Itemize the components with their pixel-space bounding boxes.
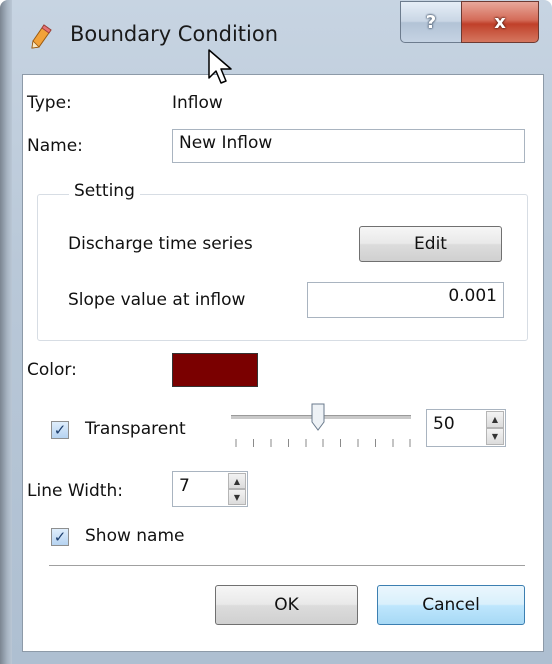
type-value: Inflow [172,93,223,113]
window-border [0,0,12,664]
transparency-spinbox[interactable]: 50 ▲ ▼ [426,409,506,447]
dialog-window: Boundary Condition ? x Type: Inflow Name… [0,0,552,664]
pencil-icon [31,24,52,49]
ok-button[interactable]: OK [215,585,358,625]
name-input[interactable]: New Inflow [172,129,525,163]
divider [49,565,525,566]
cancel-button-label: Cancel [422,595,480,615]
mouse-cursor-icon [208,49,232,84]
help-icon: ? [425,11,437,33]
type-label: Type: [27,93,72,113]
setting-groupbox [37,194,528,341]
slope-label: Slope value at inflow [68,290,246,310]
name-label: Name: [27,136,83,156]
edit-button-label: Edit [414,234,447,254]
transparency-value: 50 [433,414,455,434]
spin-up-icon[interactable]: ▲ [486,411,504,428]
ok-button-label: OK [274,595,299,615]
close-button[interactable]: x [461,1,539,43]
slope-input[interactable]: 0.001 [307,282,504,318]
title-bar[interactable]: Boundary Condition ? x [0,0,552,70]
help-button[interactable]: ? [400,1,461,43]
dialog-body: Type: Inflow Name: New Inflow Setting Di… [22,74,544,652]
checkmark-icon: ✓ [53,420,67,439]
edit-button[interactable]: Edit [359,226,502,262]
transparency-slider-thumb[interactable] [311,403,325,431]
line-width-spinbox[interactable]: 7 ▲ ▼ [172,471,248,507]
close-icon: x [494,11,506,33]
window-title: Boundary Condition [70,22,279,46]
show-name-label: Show name [85,526,185,546]
spin-arrows: ▲ ▼ [486,411,504,445]
color-swatch[interactable] [172,353,258,387]
slider-ticks [235,439,411,447]
color-label: Color: [27,360,77,380]
spin-down-icon[interactable]: ▼ [486,428,504,445]
spin-arrows: ▲ ▼ [228,473,246,505]
discharge-label: Discharge time series [68,234,253,254]
line-width-label: Line Width: [27,481,123,501]
transparent-label: Transparent [85,419,186,439]
cancel-button[interactable]: Cancel [377,585,525,625]
transparent-checkbox[interactable]: ✓ [51,421,69,439]
spin-down-icon[interactable]: ▼ [228,489,246,505]
caption-buttons: ? x [400,1,539,47]
line-width-value: 7 [179,476,190,496]
checkmark-icon: ✓ [53,527,67,546]
setting-group-title: Setting [69,181,140,201]
spin-up-icon[interactable]: ▲ [228,473,246,489]
show-name-checkbox[interactable]: ✓ [51,528,69,546]
